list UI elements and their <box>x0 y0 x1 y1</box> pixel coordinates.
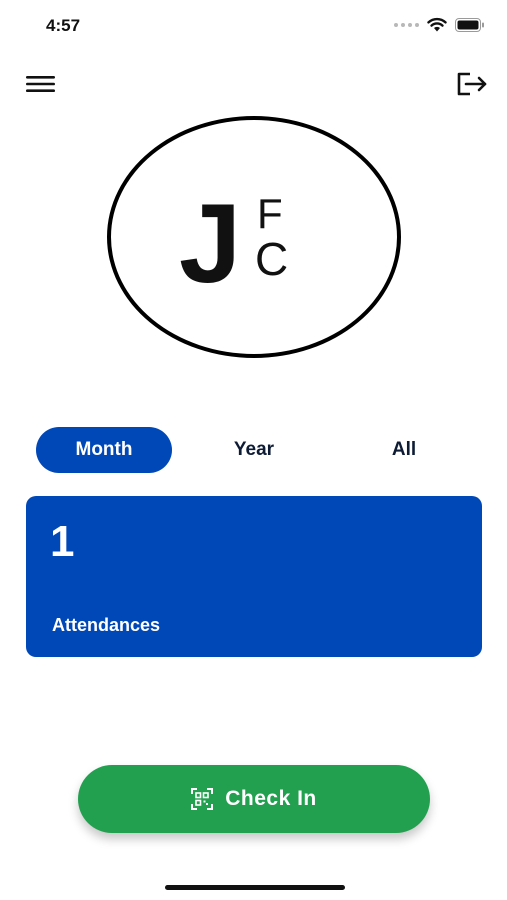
check-in-label: Check In <box>225 787 317 810</box>
attendance-card: 1 Attendances <box>26 496 482 657</box>
hamburger-menu-icon <box>26 76 55 92</box>
logo-monogram: J F C <box>179 181 288 306</box>
wifi-icon <box>427 17 447 32</box>
status-icons <box>394 17 485 32</box>
attendance-label: Attendances <box>52 615 161 635</box>
tab-all[interactable]: All <box>336 427 472 473</box>
tab-month[interactable]: Month <box>36 427 172 473</box>
svg-text:J: J <box>179 181 241 306</box>
app-screen: 4:57 J F C Month Year All 1 Attendances … <box>0 0 507 900</box>
tab-year[interactable]: Year <box>186 427 322 473</box>
battery-icon <box>455 17 484 32</box>
logout-button[interactable] <box>455 68 489 100</box>
menu-button[interactable] <box>24 70 58 98</box>
svg-text:F: F <box>257 190 283 237</box>
cellular-signal-icon <box>394 22 419 27</box>
logout-icon <box>457 72 487 96</box>
club-logo: J F C <box>107 116 401 358</box>
status-time: 4:57 <box>46 16 81 35</box>
attendance-count: 1 <box>50 517 75 566</box>
status-bar: 4:57 <box>0 0 507 56</box>
tab-year-label: Year <box>233 439 275 460</box>
tab-month-label: Month <box>75 439 133 460</box>
qr-scan-icon <box>191 788 214 810</box>
svg-text:C: C <box>255 233 288 285</box>
top-bar <box>0 64 507 104</box>
check-in-button[interactable]: Check In <box>78 765 430 833</box>
home-indicator <box>165 885 345 890</box>
period-tabs: Month Year All <box>36 427 476 473</box>
tab-all-label: All <box>391 439 417 460</box>
